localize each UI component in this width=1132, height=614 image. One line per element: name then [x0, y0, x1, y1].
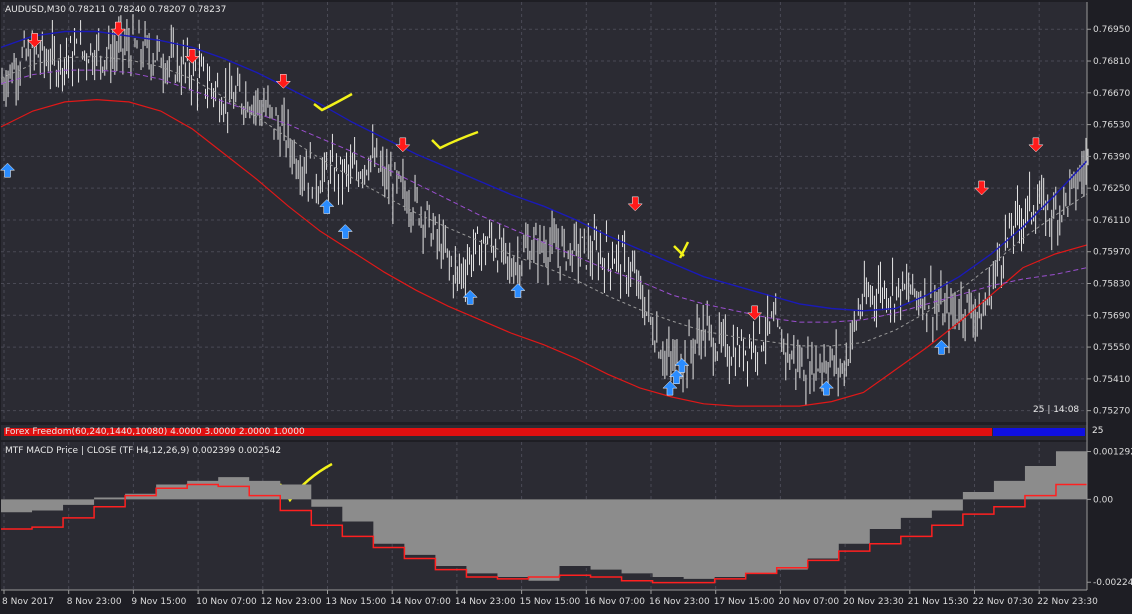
y-tick-label: 0.76110	[1093, 216, 1130, 226]
y-tick-label: 0.76390	[1093, 152, 1130, 162]
x-tick-label: 15 Nov 15:00	[520, 597, 581, 607]
x-tick-label: 16 Nov 23:00	[649, 597, 710, 607]
x-tick-label: 8 Nov 23:00	[67, 597, 122, 607]
indicator-right-tag: 25	[1092, 426, 1104, 436]
x-tick-label: 14 Nov 23:00	[455, 597, 516, 607]
y-tick-label: 0.76950	[1093, 25, 1130, 35]
x-tick-label: 22 Nov 23:30	[1037, 597, 1098, 607]
x-tick-label: 22 Nov 07:30	[973, 597, 1034, 607]
buy-arrow-icon	[933, 339, 950, 355]
y-tick-label: 0.75970	[1093, 248, 1130, 258]
x-tick-label: 16 Nov 07:00	[584, 597, 645, 607]
y-tick-label: 0.75410	[1093, 375, 1130, 385]
y-tick-label: 0.76670	[1093, 89, 1130, 99]
x-tick-label: 13 Nov 15:00	[326, 597, 387, 607]
buy-arrow-icon	[818, 380, 834, 396]
y-tick-label: 0.75830	[1093, 280, 1130, 290]
x-tick-label: 12 Nov 23:00	[261, 597, 322, 607]
sell-arrow-icon	[627, 196, 643, 212]
chart-canvas: 0.76950 0.76810 0.76670 0.76530 0.76390 0.762…	[0, 2, 1132, 607]
y-tick-label: 0.76810	[1093, 57, 1130, 67]
blue-moving-average	[0, 30, 1088, 312]
y-tick-label: 0.75690	[1093, 311, 1130, 321]
price-bars	[1, 14, 1089, 406]
check-annotation	[431, 130, 479, 150]
buy-arrow-icon	[337, 224, 353, 239]
y-tick-label: 0.76530	[1093, 121, 1130, 131]
indicator-strip-blue	[993, 428, 1085, 436]
sell-arrow-icon	[974, 180, 990, 196]
x-tick-label: 10 Nov 07:00	[196, 597, 257, 607]
x-tick-label: 9 Nov 15:00	[131, 597, 186, 607]
x-tick-label: 8 Nov 2017	[2, 597, 54, 607]
macd-y-tick-label: -0.00224	[1093, 578, 1132, 588]
y-tick-label: 0.76250	[1093, 184, 1130, 194]
macd-y-tick-label: 0.00	[1093, 495, 1113, 505]
timer-label: 25 | 14:08	[1033, 405, 1080, 415]
x-tick-label: 17 Nov 15:00	[714, 597, 775, 607]
cross-annotation	[673, 241, 690, 259]
symbol-title: AUDUSD,M30 0.78211 0.78240 0.78207 0.782…	[5, 5, 227, 15]
x-tick-label: 14 Nov 07:00	[390, 597, 451, 607]
purple-moving-average	[0, 69, 1088, 323]
x-tick-label: 20 Nov 23:30	[843, 597, 904, 607]
sell-arrow-icon	[1028, 137, 1044, 153]
buy-arrow-icon	[510, 283, 526, 298]
buy-arrow-icon	[0, 162, 16, 178]
indicator-title: Forex Freedom(60,240,1440,10080) 4.0000 …	[5, 427, 305, 437]
macd-title: MTF MACD Price | CLOSE (TF H4,12,26,9) 0…	[5, 446, 282, 456]
y-tick-label: 0.75270	[1093, 407, 1130, 417]
y-tick-label: 0.75550	[1093, 343, 1130, 353]
buy-arrow-icon	[319, 199, 335, 214]
macd-y-tick-label: 0.001292	[1093, 448, 1132, 458]
gray-moving-average	[0, 55, 1088, 347]
x-tick-label: 21 Nov 15:30	[908, 597, 969, 607]
sell-arrow-icon	[275, 74, 291, 89]
x-tick-label: 20 Nov 07:00	[778, 597, 839, 607]
check-annotation	[313, 92, 353, 112]
macd-histogram	[1, 451, 1087, 581]
